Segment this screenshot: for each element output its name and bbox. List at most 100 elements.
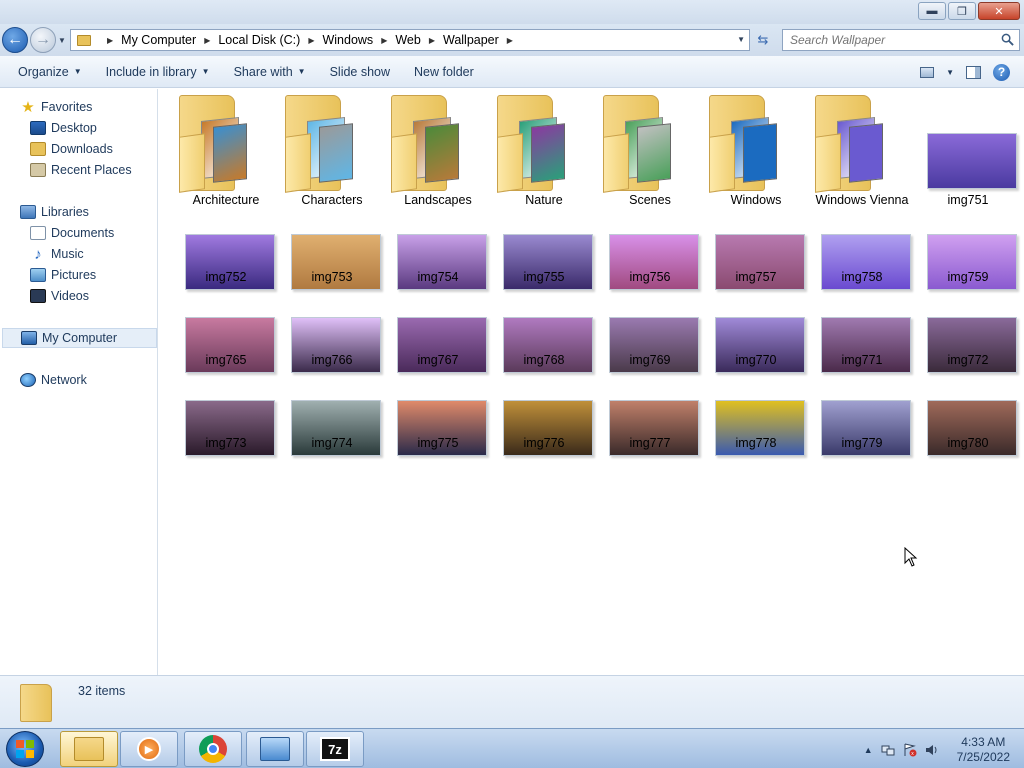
search-icon[interactable]: [1001, 33, 1014, 46]
item-name: img776: [523, 436, 565, 450]
item-name: img779: [841, 436, 883, 450]
image-item[interactable]: img773: [173, 375, 279, 475]
chevron-right-icon[interactable]: ▶: [381, 36, 387, 45]
network-status-icon[interactable]: [881, 743, 895, 757]
nav-recent-places[interactable]: Recent Places: [30, 160, 132, 180]
address-bar[interactable]: ▶ My Computer ▶ Local Disk (C:) ▶ Window…: [70, 29, 750, 51]
clock[interactable]: 4:33 AM 7/25/2022: [957, 735, 1010, 765]
nav-my-computer[interactable]: My Computer: [2, 328, 157, 348]
nav-music[interactable]: ♪ Music: [30, 244, 83, 264]
folder-item[interactable]: Characters: [279, 89, 385, 207]
chevron-right-icon[interactable]: ▶: [429, 36, 435, 45]
image-item[interactable]: img774: [279, 375, 385, 475]
media-player-icon: ▶: [137, 737, 161, 761]
nav-documents[interactable]: Documents: [30, 223, 114, 243]
image-item[interactable]: img780: [915, 375, 1021, 475]
control-panel-icon: [260, 737, 290, 761]
nav-recent-places-label: Recent Places: [51, 163, 132, 177]
nav-downloads[interactable]: Downloads: [30, 139, 113, 159]
image-item[interactable]: img778: [703, 375, 809, 475]
nav-libraries[interactable]: Libraries: [20, 202, 89, 222]
item-name: img771: [841, 353, 883, 367]
taskbar-chrome[interactable]: [184, 731, 242, 767]
view-options-dropdown[interactable]: ▼: [946, 68, 954, 77]
nav-favorites[interactable]: ★ Favorites: [20, 97, 92, 117]
start-button[interactable]: [6, 731, 44, 767]
item-name: Landscapes: [404, 193, 472, 207]
star-icon: ★: [21, 99, 35, 116]
clock-time: 4:33 AM: [961, 735, 1006, 749]
documents-icon: [30, 226, 46, 240]
folder-item[interactable]: Landscapes: [385, 89, 491, 207]
item-name: Characters: [301, 193, 363, 207]
folder-item[interactable]: Nature: [491, 89, 597, 207]
nav-pictures[interactable]: Pictures: [30, 265, 96, 285]
help-icon[interactable]: ?: [993, 63, 1010, 81]
chevron-right-icon[interactable]: ▶: [507, 36, 513, 45]
address-history-dropdown[interactable]: ▼: [737, 35, 745, 44]
desktop-icon: [30, 121, 46, 135]
breadcrumb-windows[interactable]: Windows: [322, 33, 373, 47]
volume-icon[interactable]: [925, 743, 939, 757]
refresh-button[interactable]: ⇆: [752, 29, 774, 51]
folder-icon: [815, 95, 887, 193]
breadcrumb-my-computer[interactable]: My Computer: [121, 33, 196, 47]
breadcrumb-local-disk[interactable]: Local Disk (C:): [218, 33, 300, 47]
chevron-right-icon[interactable]: ▶: [308, 36, 314, 45]
nav-videos[interactable]: Videos: [30, 286, 89, 306]
downloads-icon: [30, 142, 46, 156]
image-item[interactable]: img777: [597, 375, 703, 475]
folder-item[interactable]: Windows Vienna: [809, 89, 915, 207]
taskbar-media-player[interactable]: ▶: [120, 731, 178, 767]
close-button[interactable]: ✕: [978, 2, 1020, 20]
item-name: img767: [417, 353, 459, 367]
folder-item[interactable]: Scenes: [597, 89, 703, 207]
image-item[interactable]: img776: [491, 375, 597, 475]
videos-icon: [30, 289, 46, 303]
change-view-icon[interactable]: [920, 66, 935, 78]
chrome-icon: [199, 735, 227, 763]
organize-menu[interactable]: Organize ▼: [10, 65, 90, 79]
preview-pane-icon[interactable]: [966, 65, 981, 79]
show-hidden-icons-icon[interactable]: ▲: [864, 745, 873, 755]
item-name: img765: [205, 353, 247, 367]
action-center-icon[interactable]: x: [903, 743, 917, 757]
back-button[interactable]: ←: [2, 27, 28, 53]
music-icon: ♪: [34, 245, 42, 263]
nav-network[interactable]: Network: [20, 370, 87, 390]
taskbar-control-panel[interactable]: [246, 731, 304, 767]
item-name: img775: [417, 436, 459, 450]
search-input[interactable]: [790, 33, 990, 47]
folder-item[interactable]: Windows: [703, 89, 809, 207]
image-item[interactable]: img779: [809, 375, 915, 475]
forward-button[interactable]: →: [30, 27, 56, 53]
chevron-right-icon[interactable]: ▶: [204, 36, 210, 45]
window-titlebar[interactable]: ▬ ❐ ✕: [0, 0, 1024, 24]
windows-logo-icon: [16, 740, 34, 758]
item-name: Windows Vienna: [815, 193, 909, 207]
share-with-menu[interactable]: Share with ▼: [226, 65, 314, 79]
item-name: Windows: [730, 193, 782, 207]
recent-pages-dropdown[interactable]: ▼: [58, 36, 66, 45]
item-name: img754: [417, 270, 459, 284]
image-item[interactable]: img751: [915, 89, 1021, 207]
folder-item[interactable]: Architecture: [173, 89, 279, 207]
include-in-library-menu[interactable]: Include in library ▼: [98, 65, 218, 79]
breadcrumb-web[interactable]: Web: [395, 33, 420, 47]
search-box[interactable]: [782, 29, 1020, 51]
network-icon: [20, 373, 36, 387]
breadcrumb-wallpaper[interactable]: Wallpaper: [443, 33, 499, 47]
caret-down-icon: ▼: [297, 67, 306, 76]
clock-date: 7/25/2022: [956, 750, 1010, 764]
new-folder-button[interactable]: New folder: [406, 65, 482, 79]
image-item[interactable]: img775: [385, 375, 491, 475]
nav-desktop[interactable]: Desktop: [30, 118, 97, 138]
minimize-button[interactable]: ▬: [918, 2, 946, 20]
item-name: Scenes: [629, 193, 671, 207]
taskbar-explorer[interactable]: [60, 731, 118, 767]
slide-show-button[interactable]: Slide show: [322, 65, 398, 79]
maximize-button[interactable]: ❐: [948, 2, 976, 20]
chevron-right-icon[interactable]: ▶: [107, 36, 113, 45]
taskbar-7zip[interactable]: 7z: [306, 731, 364, 767]
libraries-icon: [20, 205, 36, 219]
